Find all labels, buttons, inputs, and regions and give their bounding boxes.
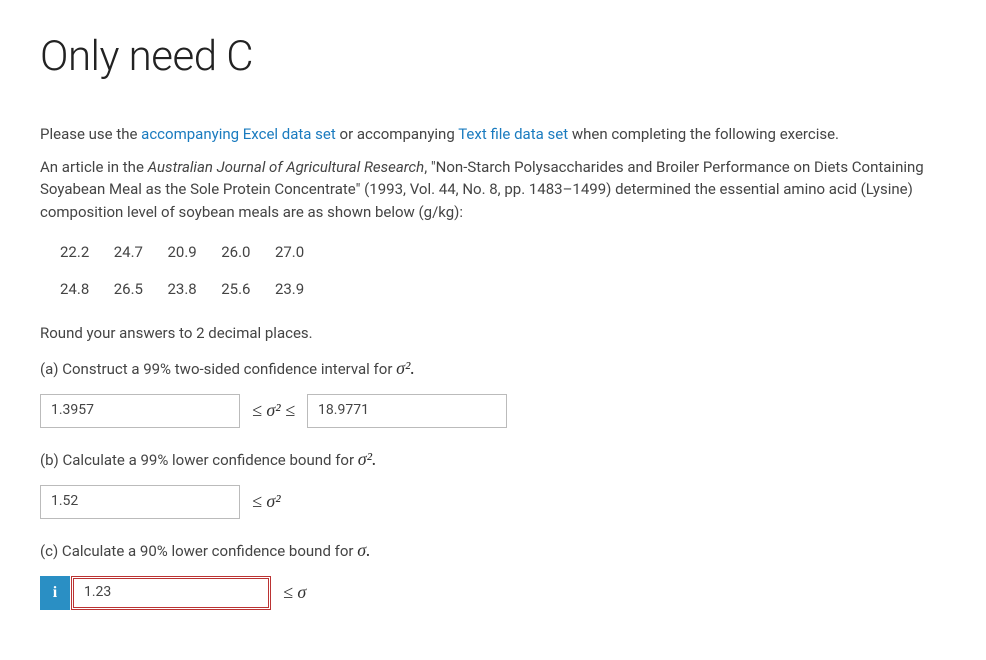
- inequality-leq-sigma: ≤ σ: [283, 579, 306, 606]
- data-row-1: 22.2 24.7 20.9 26.0 27.0: [60, 241, 946, 264]
- sigma-squared-symbol: σ².: [396, 358, 415, 378]
- data-cell: 24.7: [114, 241, 164, 264]
- intro-suffix: when completing the following exercise.: [568, 125, 839, 143]
- data-cell: 20.9: [167, 241, 217, 264]
- part-b-answer-row: 1.52 ≤ σ²: [40, 485, 946, 519]
- part-b-lower-input[interactable]: 1.52: [40, 485, 240, 519]
- part-a-upper-input[interactable]: 18.9771: [307, 394, 507, 428]
- excel-data-link[interactable]: accompanying Excel data set: [141, 125, 336, 143]
- part-c-attempt-group: i 1.23: [40, 576, 271, 610]
- page-title: Only need C: [40, 32, 946, 81]
- part-a-answer-row: 1.3957 ≤ σ² ≤ 18.9771: [40, 394, 946, 428]
- part-a-text: (a) Construct a 99% two-sided confidence…: [40, 360, 396, 378]
- intro-paragraph: Please use the accompanying Excel data s…: [40, 123, 946, 146]
- data-cell: 23.9: [275, 278, 325, 301]
- data-cell: 22.2: [60, 241, 110, 264]
- part-c-answer-row: i 1.23 ≤ σ: [40, 576, 946, 610]
- part-c-prompt: (c) Calculate a 90% lower confidence bou…: [40, 537, 946, 564]
- journal-title: Australian Journal of Agricultural Resea…: [148, 158, 425, 176]
- part-b-text: (b) Calculate a 99% lower confidence bou…: [40, 451, 358, 469]
- data-cell: 25.6: [221, 278, 271, 301]
- data-cell: 27.0: [275, 241, 325, 264]
- inequality-sigma2-between: ≤ σ² ≤: [252, 397, 295, 424]
- part-b-prompt: (b) Calculate a 99% lower confidence bou…: [40, 446, 946, 473]
- part-a-lower-input[interactable]: 1.3957: [40, 394, 240, 428]
- data-cell: 26.5: [114, 278, 164, 301]
- article-prefix: An article in the: [40, 158, 148, 176]
- data-table: 22.2 24.7 20.9 26.0 27.0 24.8 26.5 23.8 …: [60, 241, 946, 300]
- part-c-lower-input[interactable]: 1.23: [71, 576, 271, 610]
- part-c-text: (c) Calculate a 90% lower confidence bou…: [40, 542, 357, 560]
- content-area: Please use the accompanying Excel data s…: [40, 123, 946, 610]
- part-a-prompt: (a) Construct a 99% two-sided confidence…: [40, 355, 946, 382]
- data-cell: 24.8: [60, 278, 110, 301]
- info-icon[interactable]: i: [40, 576, 70, 610]
- sigma-squared-symbol: σ².: [358, 449, 377, 469]
- data-cell: 23.8: [167, 278, 217, 301]
- intro-prefix: Please use the: [40, 125, 141, 143]
- article-paragraph: An article in the Australian Journal of …: [40, 156, 946, 224]
- text-data-link[interactable]: Text file data set: [458, 125, 568, 143]
- data-row-2: 24.8 26.5 23.8 25.6 23.9: [60, 278, 946, 301]
- data-cell: 26.0: [221, 241, 271, 264]
- round-note: Round your answers to 2 decimal places.: [40, 322, 946, 345]
- intro-mid: or accompanying: [336, 125, 458, 143]
- sigma-symbol: σ.: [357, 540, 370, 560]
- inequality-leq-sigma2: ≤ σ²: [252, 488, 281, 515]
